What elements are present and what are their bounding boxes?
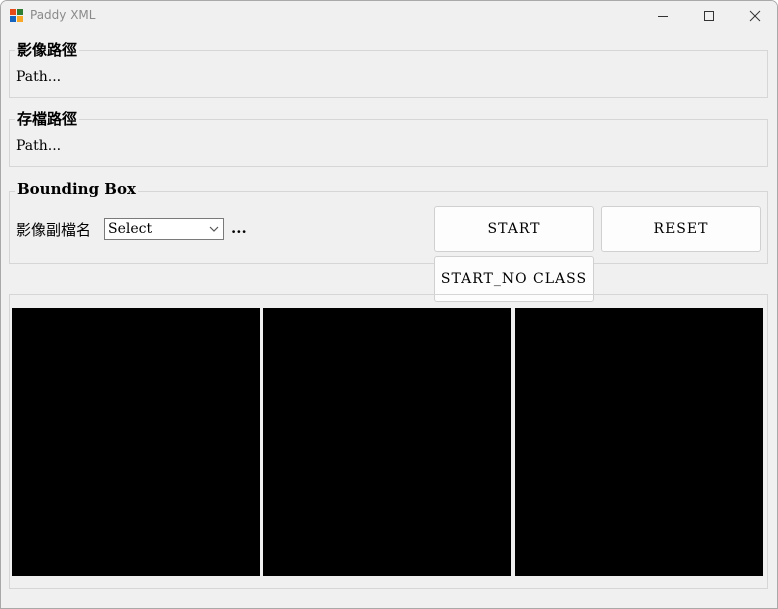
maximize-icon — [704, 11, 714, 21]
close-button[interactable] — [732, 1, 777, 31]
chevron-down-icon — [209, 226, 219, 232]
minimize-button[interactable] — [640, 1, 686, 31]
image-path-legend: 影像路徑 — [15, 39, 80, 60]
image-panel-3 — [515, 308, 763, 576]
save-path-group — [9, 119, 768, 167]
app-window: Paddy XML 影像路徑 Path... 存檔路徑 Path... Boun… — [0, 0, 778, 609]
maximize-button[interactable] — [686, 1, 732, 31]
image-path-value[interactable]: Path... — [16, 69, 61, 85]
image-path-group — [9, 50, 768, 98]
app-icon — [10, 9, 23, 22]
save-path-value[interactable]: Path... — [16, 138, 61, 154]
title-bar: Paddy XML — [1, 1, 777, 31]
browse-label[interactable]: ... — [231, 219, 247, 237]
save-path-legend: 存檔路徑 — [15, 108, 80, 129]
image-panel-2 — [263, 308, 511, 576]
close-icon — [749, 10, 761, 22]
reset-button[interactable]: RESET — [601, 206, 761, 252]
bounding-box-legend: Bounding Box — [15, 180, 138, 198]
start-button[interactable]: START — [434, 206, 594, 252]
image-panel-1 — [12, 308, 260, 576]
image-extension-select[interactable]: Select — [104, 218, 224, 240]
image-extension-label: 影像副檔名 — [16, 221, 92, 239]
window-title: Paddy XML — [30, 8, 96, 22]
image-extension-value: Select — [108, 221, 153, 237]
minimize-icon — [658, 16, 668, 17]
